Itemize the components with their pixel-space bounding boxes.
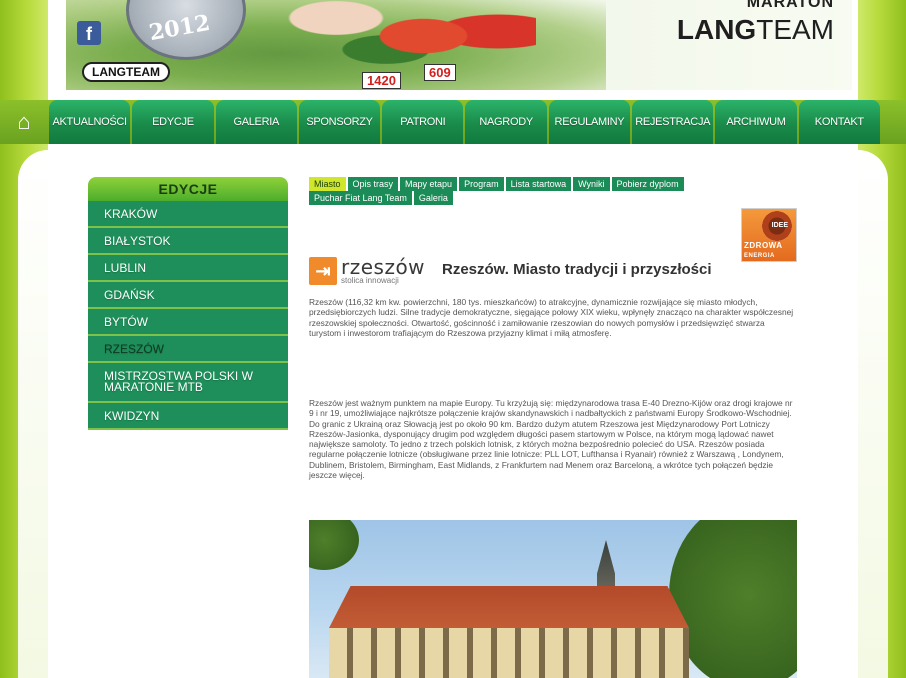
nav-item-archiwum[interactable]: ARCHIWUM [715,100,797,144]
home-icon[interactable]: ⌂ [0,100,48,144]
wall-graphic [329,628,689,678]
tab-row: Miasto Opis trasy Mapy etapu Program Lis… [309,177,749,191]
tab-wyniki[interactable]: Wyniki [573,177,610,191]
sponsor-badge: IDEE [771,222,788,229]
tab-galeria[interactable]: Galeria [413,191,453,205]
langteam-logo[interactable]: LANGTEAM [677,14,834,46]
tab-row: Puchar Fiat Lang Team Galeria [309,191,749,205]
sponsor-name-text: ZDROWA [744,241,783,250]
sidebar-item-bytow[interactable]: BYTÓW [88,309,288,336]
logo-regular: TEAM [756,14,834,45]
tab-puchar[interactable]: Puchar Fiat Lang Team [309,191,412,205]
nav-item-kontakt[interactable]: KONTAKT [798,100,880,144]
sidebar-item-kwidzyn[interactable]: KWIDZYN [88,403,288,430]
tab-mapy-etapu[interactable]: Mapy etapu [400,177,458,191]
roof-graphic [329,586,689,628]
content-paragraph: Rzeszów (116,32 km kw. powierzchni, 180 … [309,297,794,338]
nav-item-aktualnosci[interactable]: AKTUALNOŚCI [49,100,131,144]
sidebar-item-krakow[interactable]: KRAKÓW [88,201,288,228]
sponsor-logo[interactable]: IDEE ZDROWA ENERGIA [741,208,797,262]
city-name: rzeszów [341,254,426,279]
nav-item-galeria[interactable]: GALERIA [215,100,297,144]
content-tabs: Miasto Opis trasy Mapy etapu Program Lis… [309,177,749,205]
city-logo: ⇥ rzeszów stolica innowacji [309,254,425,288]
page-title: Rzeszów. Miasto tradycji i przyszłości [442,261,712,278]
sidebar-item-gdansk[interactable]: GDAŃSK [88,282,288,309]
tree-graphic [309,520,359,570]
city-logo-text: rzeszów stolica innowacji [341,254,426,285]
sidebar-title: EDYCJE [88,177,288,201]
bib-number: 1420 [362,72,401,89]
sponsor-sub-text: ENERGIA [744,253,775,259]
nav-item-sponsorzy[interactable]: SPONSORZY [298,100,381,144]
tab-opis-trasy[interactable]: Opis trasy [347,177,399,191]
tab-pobierz-dyplom[interactable]: Pobierz dyplom [611,177,684,191]
castle-photo [309,520,797,678]
sidebar-item-bialystok[interactable]: BIAŁYSTOK [88,228,288,255]
arrow-icon: ⇥ [309,257,337,285]
tab-miasto[interactable]: Miasto [309,177,346,191]
sidebar-item-rzeszow[interactable]: RZESZÓW [88,336,288,363]
nav-item-rejestracja[interactable]: REJESTRACJA [632,100,714,144]
sidebar-item-mistrzostwa[interactable]: MISTRZOSTWA POLSKI W MARATONIE MTB [88,363,288,403]
cyclists-photo [286,0,536,90]
maraton-text: MARATON [746,0,834,11]
bib-number: 609 [424,64,456,81]
nav-item-nagrody[interactable]: NAGRODY [465,100,547,144]
tab-program[interactable]: Program [459,177,504,191]
nav-item-regulaminy[interactable]: REGULAMINY [548,100,631,144]
nav-item-edycje[interactable]: EDYCJE [132,100,214,144]
sidebar: EDYCJE KRAKÓW BIAŁYSTOK LUBLIN GDAŃSK BY… [88,177,288,430]
logo-bold: LANG [676,14,757,45]
sidebar-item-lublin[interactable]: LUBLIN [88,255,288,282]
medal-text: 2012 [147,9,213,47]
sponsor-name: ZDROWA ENERGIA [744,241,783,259]
tab-lista-startowa[interactable]: Lista startowa [505,177,572,191]
langteam-badge[interactable]: LANGTEAM [82,62,170,82]
main-nav: ⌂ AKTUALNOŚCI EDYCJE GALERIA SPONSORZY P… [0,100,906,144]
content-paragraph: Rzeszów jest ważnym punktem na mapie Eur… [309,398,793,481]
nav-item-patroni[interactable]: PATRONI [382,100,464,144]
facebook-icon[interactable]: f [77,21,101,45]
